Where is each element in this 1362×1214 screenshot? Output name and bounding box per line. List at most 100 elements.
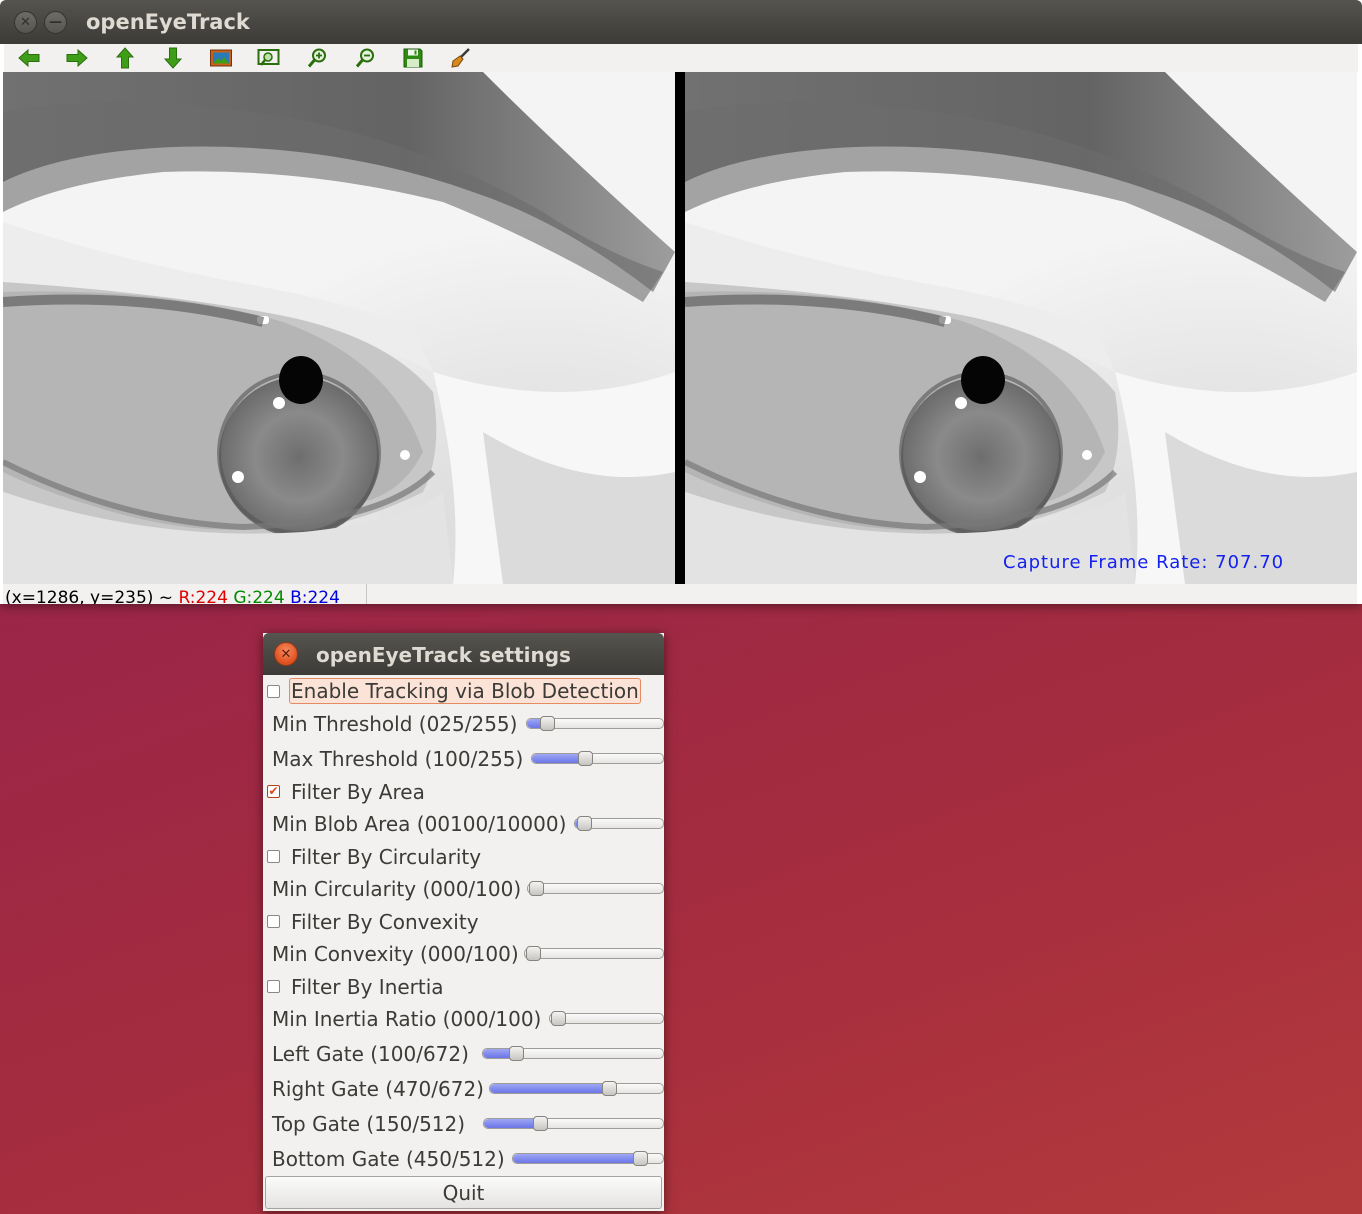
- frame-rate-overlay: Capture Frame Rate: 707.70: [1003, 552, 1285, 573]
- slider-row: Right Gate (470/672): [263, 1073, 664, 1105]
- zoom-in-button[interactable]: [304, 46, 330, 70]
- eye-image-right: [685, 72, 1357, 584]
- slider-handle[interactable]: [529, 881, 544, 896]
- zoom-out-button[interactable]: [352, 46, 378, 70]
- slider-handle[interactable]: [540, 716, 555, 731]
- checkbox-label[interactable]: Filter By Circularity: [291, 845, 481, 869]
- settings-title: openEyeTrack settings: [316, 643, 571, 667]
- pan-right-button[interactable]: [64, 46, 90, 70]
- checkbox-label[interactable]: Filter By Convexity: [291, 910, 479, 934]
- checkbox-row: Enable Tracking via Blob Detection: [263, 676, 664, 708]
- main-window: ✕ — openEyeTrack Capture Frame Rate: 707…: [0, 0, 1362, 604]
- slider-track[interactable]: [483, 1116, 664, 1131]
- slider-handle[interactable]: [633, 1151, 648, 1166]
- slider-row: Min Circularity (000/100): [263, 873, 664, 905]
- zoom-fit-icon: [257, 49, 280, 66]
- save-image-button[interactable]: [400, 46, 426, 70]
- slider-row: Min Blob Area (00100/10000): [263, 808, 664, 840]
- checkbox-label[interactable]: Filter By Area: [291, 780, 425, 804]
- slider-fill: [490, 1084, 610, 1093]
- slider-track[interactable]: [482, 1046, 664, 1061]
- pan-up-button[interactable]: [112, 46, 138, 70]
- settings-title-bar[interactable]: ✕ openEyeTrack settings: [263, 633, 664, 675]
- window-title: openEyeTrack: [86, 10, 250, 34]
- checkbox-row: Filter By Convexity: [263, 906, 664, 938]
- brush-icon: [451, 48, 470, 68]
- checkbox[interactable]: [267, 850, 280, 863]
- close-icon: ✕: [20, 15, 31, 30]
- arrow-right-icon: [66, 48, 88, 68]
- pixel-info: (x=1286, y=235) ~ R:224 G:224 B:224: [3, 584, 367, 604]
- slider-handle[interactable]: [551, 1011, 566, 1026]
- zoom-original-button[interactable]: [208, 46, 234, 70]
- minimize-window-button[interactable]: —: [44, 11, 67, 34]
- settings-window: ✕ openEyeTrack settings Enable Tracking …: [263, 633, 664, 1211]
- minimize-icon: —: [49, 15, 62, 30]
- properties-button[interactable]: [448, 46, 474, 70]
- slider-handle[interactable]: [578, 751, 593, 766]
- slider-row: Min Convexity (000/100): [263, 938, 664, 970]
- pixel-blue-value: B:224: [290, 588, 340, 604]
- slider-label: Top Gate (150/512): [272, 1112, 466, 1136]
- slider-label: Max Threshold (100/255): [272, 747, 524, 771]
- slider-label: Min Circularity (000/100): [272, 877, 522, 901]
- image-icon: [210, 49, 232, 67]
- checkbox[interactable]: ✔: [267, 785, 280, 798]
- checkbox-row: Filter By Circularity: [263, 841, 664, 873]
- slider-fill: [513, 1154, 641, 1163]
- slider-track[interactable]: [524, 946, 664, 961]
- slider-row: Left Gate (100/672): [263, 1038, 664, 1070]
- pixel-red-value: R:224: [178, 588, 228, 604]
- slider-label: Bottom Gate (450/512): [272, 1147, 505, 1171]
- slider-label: Min Threshold (025/255): [272, 712, 518, 736]
- slider-label: Min Convexity (000/100): [272, 942, 519, 966]
- arrow-up-icon: [115, 47, 135, 69]
- slider-label: Left Gate (100/672): [272, 1042, 469, 1066]
- checkbox-label[interactable]: Enable Tracking via Blob Detection: [289, 678, 641, 704]
- slider-row: Min Threshold (025/255): [263, 708, 664, 740]
- quit-button[interactable]: Quit: [265, 1176, 662, 1209]
- slider-handle[interactable]: [509, 1046, 524, 1061]
- slider-row: Bottom Gate (450/512): [263, 1143, 664, 1175]
- checkbox[interactable]: [267, 980, 280, 993]
- checkbox-row: Filter By Inertia: [263, 971, 664, 1003]
- arrow-down-icon: [163, 47, 183, 69]
- zoom-fit-button[interactable]: [256, 46, 282, 70]
- slider-row: Top Gate (150/512): [263, 1108, 664, 1140]
- slider-label: Right Gate (470/672): [272, 1077, 484, 1101]
- slider-handle[interactable]: [533, 1116, 548, 1131]
- pixel-green-value: G:224: [233, 588, 285, 604]
- slider-track[interactable]: [531, 751, 664, 766]
- pan-down-button[interactable]: [160, 46, 186, 70]
- checkbox-label[interactable]: Filter By Inertia: [291, 975, 444, 999]
- slider-track[interactable]: [489, 1081, 664, 1096]
- checkbox[interactable]: [267, 685, 280, 698]
- toolbar: [4, 44, 1358, 72]
- zoom-in-icon: [307, 48, 326, 68]
- slider-handle[interactable]: [577, 816, 592, 831]
- slider-track[interactable]: [527, 881, 664, 896]
- slider-track[interactable]: [512, 1151, 664, 1166]
- close-window-button[interactable]: ✕: [14, 11, 37, 34]
- slider-track[interactable]: [526, 716, 664, 731]
- slider-row: Min Inertia Ratio (000/100): [263, 1003, 664, 1035]
- slider-handle[interactable]: [526, 946, 541, 961]
- slider-label: Min Inertia Ratio (000/100): [272, 1007, 542, 1031]
- slider-handle[interactable]: [602, 1081, 617, 1096]
- checkbox-row: ✔ Filter By Area: [263, 776, 664, 808]
- eye-image-left: [3, 72, 675, 584]
- slider-track[interactable]: [549, 1011, 664, 1026]
- close-icon: ✕: [280, 646, 292, 662]
- arrow-left-icon: [18, 48, 40, 68]
- checkbox[interactable]: [267, 915, 280, 928]
- pixel-coordinates: (x=1286, y=235) ~: [5, 588, 179, 604]
- slider-label: Min Blob Area (00100/10000): [272, 812, 567, 836]
- save-icon: [403, 48, 423, 68]
- status-bar: (x=1286, y=235) ~ R:224 G:224 B:224: [3, 584, 1357, 604]
- title-bar[interactable]: ✕ — openEyeTrack: [0, 0, 1362, 44]
- slider-row: Max Threshold (100/255): [263, 743, 664, 775]
- settings-close-button[interactable]: ✕: [274, 642, 298, 666]
- image-display[interactable]: Capture Frame Rate: 707.70: [3, 72, 1357, 584]
- pan-left-button[interactable]: [16, 46, 42, 70]
- slider-track[interactable]: [574, 816, 664, 831]
